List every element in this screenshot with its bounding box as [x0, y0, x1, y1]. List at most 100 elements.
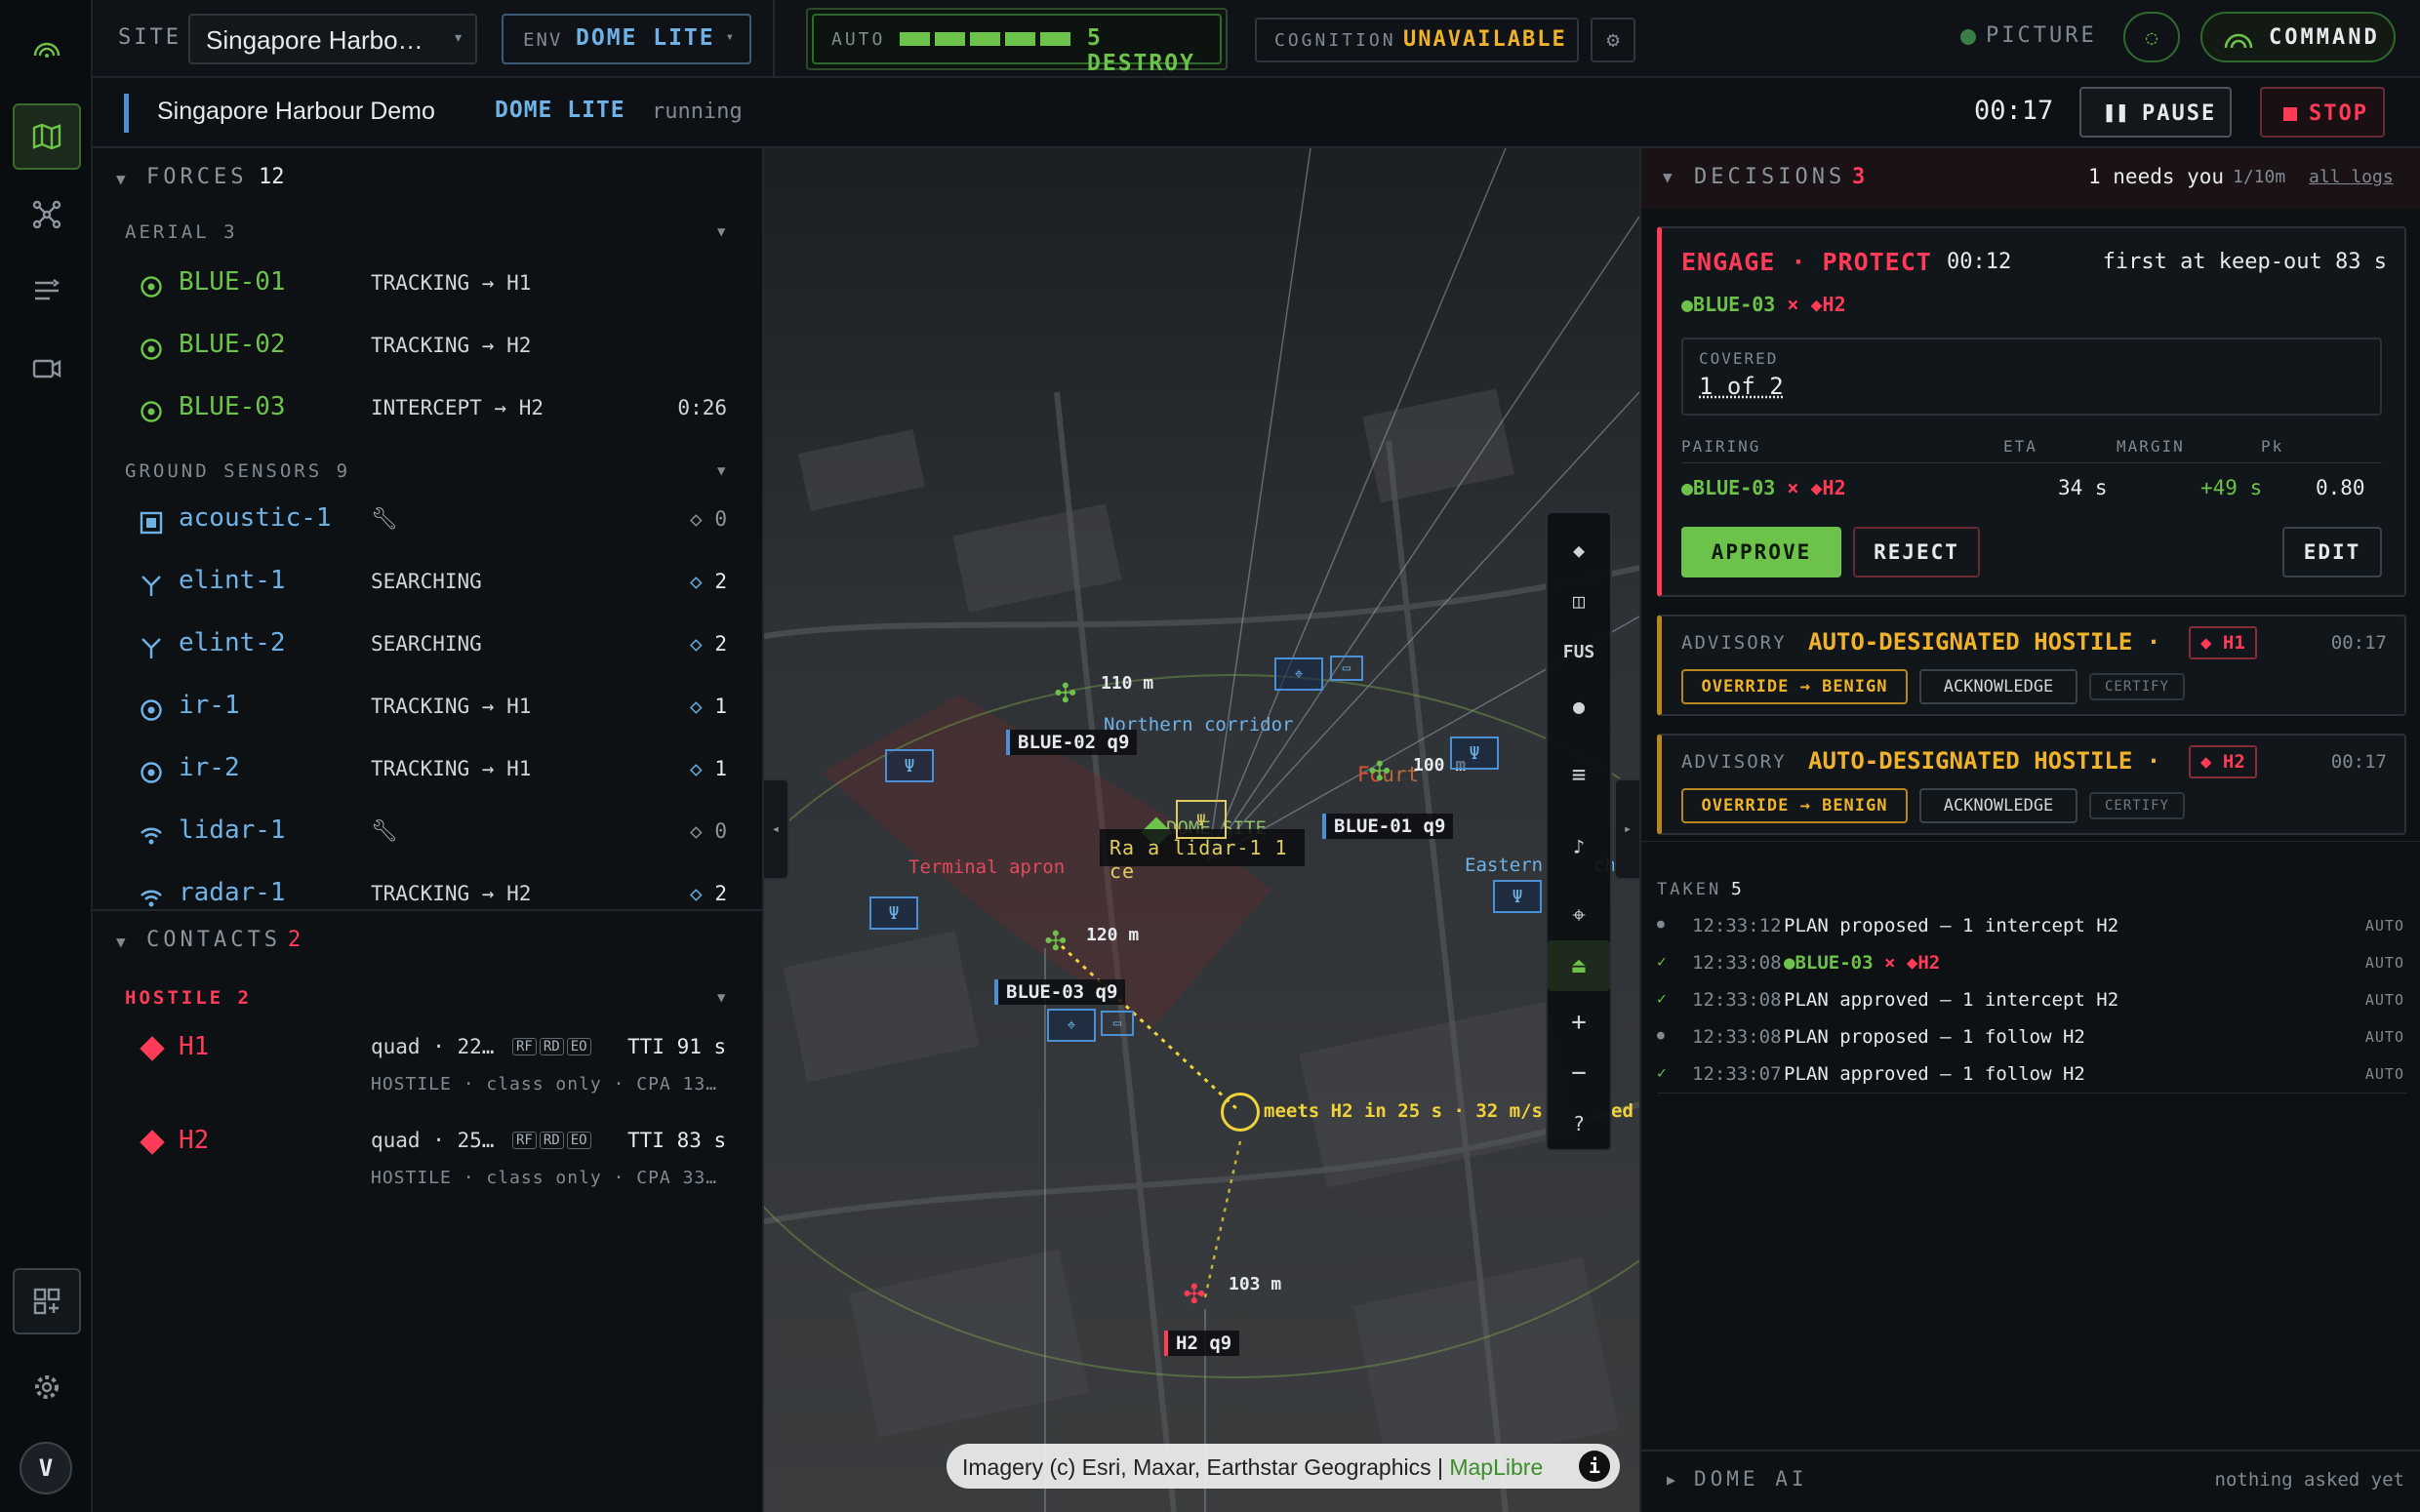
expand-icon[interactable]: ▶ [1667, 1471, 1675, 1489]
forces-header[interactable]: FORCES [146, 165, 247, 189]
diamond-icon: ◇ [690, 570, 715, 593]
all-logs-link[interactable]: all logs [2309, 167, 2394, 187]
settings-button[interactable]: ⚙ [1591, 18, 1635, 62]
contacts-header[interactable]: CONTACTS [146, 928, 281, 952]
collapse-right-handle[interactable]: ▸ [1614, 778, 1639, 880]
command-button[interactable]: COMMAND [2200, 12, 2396, 62]
stop-button[interactable]: STOP [2260, 87, 2385, 138]
camera-icon[interactable] [13, 336, 81, 402]
taken-row[interactable]: ✓ 12:33:08 PLAN approved — 1 intercept H… [1641, 985, 2420, 1022]
sensor-row-lidar-1[interactable]: lidar-1 🔧︎ ◇ 0 [93, 806, 762, 864]
timeline-icon[interactable] [13, 258, 81, 324]
override-benign-button[interactable]: OVERRIDE → BENIGN [1681, 669, 1908, 704]
zoom-out-icon[interactable]: − [1548, 1048, 1610, 1098]
acknowledge-button[interactable]: ACKNOWLEDGE [1919, 669, 2077, 704]
hostile-h2-icon[interactable]: ✣ [1184, 1272, 1205, 1312]
chevron-down-icon[interactable]: ▼ [717, 224, 725, 240]
drone-blue-02-icon[interactable]: ✣ [1055, 671, 1076, 711]
map-sensor-antenna-icon[interactable]: Ψ [1493, 880, 1542, 913]
diamond-icon: ◇ [690, 507, 715, 531]
advisory-title: AUTO-DESIGNATED HOSTILE · [1808, 628, 2161, 656]
force-row-blue-01[interactable]: BLUE-01 TRACKING → H1 [93, 258, 762, 316]
approve-button[interactable]: APPROVE [1681, 527, 1841, 577]
contact-row-h2[interactable]: H2 quad · 25… RF RD EO TTI 83 s HOSTILE · … [93, 1114, 762, 1202]
info-icon[interactable]: i [1579, 1451, 1610, 1482]
taken-row[interactable]: ● 12:33:08 PLAN proposed — 1 follow H2 A… [1641, 1022, 2420, 1059]
env-select[interactable]: ENV DOME LITE ▾ [502, 14, 751, 64]
help-button[interactable]: ? [1548, 1098, 1610, 1149]
settings-gear-icon[interactable] [13, 1354, 81, 1420]
unit-label-blue-02[interactable]: BLUE-02 q9 [1006, 730, 1138, 755]
map-sensor-antenna-icon[interactable]: Ψ [885, 749, 934, 782]
unit-label-h2[interactable]: H2 q9 [1164, 1331, 1240, 1356]
force-row-blue-02[interactable]: BLUE-02 TRACKING → H2 [93, 320, 762, 378]
decisions-header[interactable]: DECISIONS [1694, 165, 1845, 189]
certify-button[interactable]: CERTIFY [2089, 673, 2185, 700]
tactical-map[interactable]: DOME SITE Ra a lidar-1 1 ce ✣ 110 m Nort… [764, 148, 1639, 1512]
unit-label-blue-01[interactable]: BLUE-01 q9 [1322, 814, 1454, 839]
crosshair-icon[interactable]: ⌖ [1548, 890, 1610, 940]
map-lidar-icon[interactable]: Ψ [1176, 800, 1227, 839]
sensor-row-ir-2[interactable]: ir-2 TRACKING → H1 ◇ 1 [93, 743, 762, 802]
taken-row[interactable]: ✓ 12:33:07 PLAN approved — 1 follow H2 A… [1641, 1059, 2420, 1096]
picture-label[interactable]: PICTURE [1986, 23, 2097, 48]
auto-level-control[interactable]: AUTO 5 DESTROY [806, 8, 1228, 76]
dome-ai-bar[interactable]: ▶ DOME AI nothing asked yet [1641, 1450, 2420, 1512]
map-camera-icon[interactable]: ▭ [1101, 1011, 1134, 1036]
taken-row[interactable]: ● 12:33:12 PLAN proposed — 1 intercept H… [1641, 911, 2420, 948]
site-value: Singapore Harbo… [206, 25, 424, 55]
intercept-point-icon[interactable] [1221, 1093, 1260, 1132]
map-icon[interactable] [13, 103, 81, 170]
pause-button[interactable]: ❚❚ PAUSE [2079, 87, 2232, 138]
collapse-icon[interactable]: ▼ [116, 170, 126, 188]
override-benign-button[interactable]: OVERRIDE → BENIGN [1681, 788, 1908, 823]
intercept-label-tail: ed [1611, 1100, 1634, 1122]
collapse-left-handle[interactable]: ◂ [764, 778, 789, 880]
audio-icon[interactable]: ♪ [1548, 821, 1610, 872]
covered-value[interactable]: 1 of 2 [1699, 373, 1784, 400]
site-select[interactable]: Singapore Harbo… ▾ [188, 14, 477, 64]
add-widget-icon[interactable] [13, 1268, 81, 1334]
wifi-icon [141, 890, 162, 907]
sensor-row-elint-1[interactable]: elint-1 SEARCHING ◇ 2 [93, 556, 762, 615]
map-sensor-antenna-icon[interactable]: Ψ [869, 896, 918, 930]
contact-desc: quad · 22… [371, 1035, 495, 1058]
fusion-button[interactable]: FUS [1548, 626, 1610, 677]
drone-blue-01-icon[interactable]: ✣ [1369, 749, 1391, 789]
approved-check-icon: ✓ [1657, 952, 1667, 971]
map-sensor-antenna-icon[interactable]: Ψ [1450, 736, 1499, 770]
acknowledge-button[interactable]: ACKNOWLEDGE [1919, 788, 2077, 823]
chevron-down-icon[interactable]: ▼ [717, 463, 725, 479]
user-avatar[interactable]: V [20, 1442, 72, 1494]
chevron-down-icon[interactable]: ▼ [717, 990, 725, 1006]
sensor-row-elint-2[interactable]: elint-2 SEARCHING ◇ 2 [93, 618, 762, 677]
collapse-icon[interactable]: ▼ [116, 933, 126, 951]
taken-row[interactable]: ✓ 12:33:08 ●BLUE-03 × ◆H2 AUTO [1641, 948, 2420, 985]
sensor-row-ir-1[interactable]: ir-1 TRACKING → H1 ◇ 1 [93, 681, 762, 739]
unit-label-blue-03[interactable]: BLUE-03 q9 [994, 979, 1126, 1005]
map-sensor-radar-icon[interactable]: ⌖ [1047, 1009, 1096, 1042]
maplibre-link[interactable]: MapLibre [1449, 1454, 1543, 1480]
map-camera-icon[interactable]: ▭ [1330, 656, 1363, 681]
force-status: INTERCEPT → H2 [371, 396, 544, 419]
dome-view-icon[interactable]: ⏏ [1548, 940, 1610, 991]
forces-section: ▼ FORCES 12 AERIAL 3 ▼ BLUE-01 TRACKING … [93, 148, 762, 909]
contact-row-h1[interactable]: H1 quad · 22… RF RD EO TTI 91 s HOSTILE · … [93, 1020, 762, 1108]
chat-button[interactable]: ◌ [2123, 12, 2180, 62]
record-dot-icon[interactable]: ● [1548, 681, 1610, 732]
sensor-row-acoustic-1[interactable]: acoustic-1 🔧︎ ◇ 0 [93, 494, 762, 552]
diamond-layer-icon[interactable]: ◆ [1548, 525, 1610, 576]
drone-blue-03-icon[interactable]: ✣ [1045, 919, 1067, 959]
reject-button[interactable]: REJECT [1853, 527, 1980, 577]
network-icon[interactable] [13, 181, 81, 248]
map-sensor-radar-icon[interactable]: ⌖ [1274, 657, 1323, 691]
contact-tti: TTI 83 s [627, 1129, 727, 1152]
list-icon[interactable]: ≡ [1548, 749, 1610, 800]
split-view-icon[interactable]: ◫ [1548, 576, 1610, 626]
dome-logo-icon[interactable] [13, 18, 81, 84]
force-row-blue-03[interactable]: BLUE-03 INTERCEPT → H2 0:26 [93, 382, 762, 441]
edit-button[interactable]: EDIT [2282, 527, 2382, 577]
collapse-icon[interactable]: ▼ [1663, 168, 1673, 186]
certify-button[interactable]: CERTIFY [2089, 792, 2185, 819]
zoom-in-icon[interactable]: + [1548, 997, 1610, 1048]
